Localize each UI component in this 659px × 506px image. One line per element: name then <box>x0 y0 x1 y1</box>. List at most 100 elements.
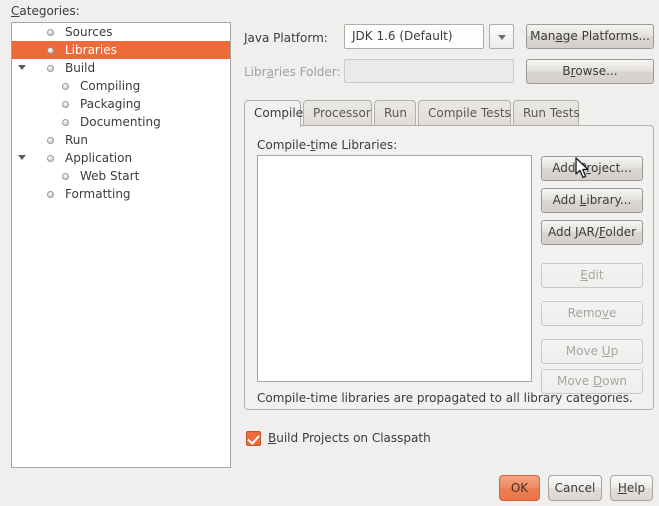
sidebar-item-libraries[interactable]: Libraries <box>12 41 230 59</box>
button-label-pre: Add JAR/ <box>547 225 599 239</box>
manage-platforms-post: ge Platforms... <box>562 29 650 43</box>
compile-time-libraries-list[interactable] <box>257 155 532 382</box>
move-up-button: Move Up <box>541 339 643 364</box>
ok-button[interactable]: OK <box>499 475 540 501</box>
sidebar-item-label: Compiling <box>80 79 141 93</box>
sidebar-item-label: Packaging <box>80 97 141 111</box>
sidebar-item-compiling[interactable]: Compiling <box>12 77 230 95</box>
ctl-pre: Compile- <box>257 138 311 152</box>
sidebar-item-build[interactable]: Build <box>12 59 230 77</box>
libraries-folder-label-post: ries Folder: <box>273 65 341 79</box>
category-tree[interactable]: Sources Libraries Build Compiling Packaging D… <box>11 22 231 468</box>
sidebar-item-label: Documenting <box>80 115 161 129</box>
button-label-pre: Remo <box>567 306 602 320</box>
button-label-post: older <box>605 225 637 239</box>
libraries-folder-label-mnemonic: a <box>266 65 274 79</box>
remove-button: Remove <box>541 301 643 326</box>
manage-platforms-pre: Man <box>530 29 556 43</box>
tab-label: Compile Tests <box>428 106 511 120</box>
edit-button: Edit <box>541 263 643 288</box>
add-library-button[interactable]: Add Library... <box>541 188 643 213</box>
help-rest: elp <box>626 481 646 495</box>
java-platform-value[interactable]: JDK 1.6 (Default) <box>344 24 484 49</box>
manage-platforms-button[interactable]: Manage Platforms... <box>526 24 654 49</box>
libraries-folder-label: Libraries Folder: <box>244 65 341 79</box>
tab-run[interactable]: Run <box>374 100 416 126</box>
sidebar-item-sources[interactable]: Sources <box>12 23 230 41</box>
button-label-mnemonic: E <box>580 268 588 282</box>
tab-label: Run <box>384 106 408 120</box>
java-platform-combobox[interactable]: JDK 1.6 (Default) <box>344 24 514 49</box>
button-label-pre: Move <box>556 374 593 388</box>
build-projects-mnemonic: B <box>268 431 277 445</box>
button-label-post: e <box>608 306 617 320</box>
button-label-post: p <box>610 344 619 358</box>
help-button[interactable]: Help <box>610 475 653 501</box>
button-label-post: ibrary... <box>586 193 632 207</box>
sidebar-item-label: Libraries <box>65 43 117 57</box>
button-label-post: oject... <box>590 161 632 175</box>
chevron-down-glyph <box>498 35 506 40</box>
add-project-button[interactable]: Add Project... <box>541 156 643 181</box>
tab-label: Run Tests <box>523 106 580 120</box>
category-bullet-icon <box>47 29 54 36</box>
sidebar-item-label: Run <box>65 133 89 147</box>
manage-platforms-mnemonic: a <box>555 29 563 43</box>
build-projects-checkbox[interactable] <box>246 431 261 446</box>
settings-pane: Java Platform: JDK 1.6 (Default) Manage … <box>240 0 659 506</box>
button-label-post: own <box>602 374 627 388</box>
categories-label: Categories: <box>11 4 80 18</box>
chevron-down-icon[interactable] <box>489 24 514 49</box>
ok-label: OK <box>510 481 529 495</box>
category-bullet-icon <box>47 191 54 198</box>
tab-run-tests[interactable]: Run Tests <box>513 100 580 126</box>
expander-triangle-icon[interactable] <box>18 65 26 70</box>
tab-label: Compile <box>254 106 304 120</box>
sidebar-item-label: Formatting <box>65 187 131 201</box>
sidebar-item-packaging[interactable]: Packaging <box>12 95 230 113</box>
sidebar-item-run[interactable]: Run <box>12 131 230 149</box>
tab-processor[interactable]: Processor <box>303 100 372 126</box>
button-label-mnemonic: U <box>601 344 611 358</box>
cancel-button[interactable]: Cancel <box>548 475 602 501</box>
tab-compile[interactable]: Compile <box>244 100 304 127</box>
build-projects-rest: uild Projects on Classpath <box>276 431 431 445</box>
tab-compile-tests[interactable]: Compile Tests <box>418 100 511 126</box>
categories-label-rest: ategories: <box>19 4 80 18</box>
compile-tab-panel: Compile-time Libraries: Compile-time lib… <box>244 125 654 410</box>
category-bullet-icon <box>62 101 69 108</box>
sidebar-item-formatting[interactable]: Formatting <box>12 185 230 203</box>
checkmark-icon <box>247 432 260 445</box>
expander-triangle-icon[interactable] <box>18 155 26 160</box>
libraries-folder-label-pre: Libr <box>244 65 267 79</box>
tab-label: Processor <box>313 106 371 120</box>
sidebar-item-label: Application <box>65 151 133 165</box>
button-label-pre: Add P <box>552 161 587 175</box>
compile-time-libraries-label: Compile-time Libraries: <box>257 138 397 152</box>
category-bullet-icon <box>47 155 54 162</box>
build-projects-label: Build Projects on Classpath <box>268 431 431 445</box>
browse-post: owse... <box>575 64 618 78</box>
java-platform-label-rest: ava Platform: <box>247 31 328 45</box>
browse-pre: B <box>562 64 571 78</box>
sidebar-item-documenting[interactable]: Documenting <box>12 113 230 131</box>
add-jar-folder-button[interactable]: Add JAR/Folder <box>541 220 643 245</box>
move-down-button: Move Down <box>541 369 643 394</box>
sidebar-item-web-start[interactable]: Web Start <box>12 167 230 185</box>
sidebar-item-application[interactable]: Application <box>12 149 230 167</box>
java-platform-label: Java Platform: <box>244 31 328 45</box>
ctl-post: ime Libraries: <box>315 138 398 152</box>
category-bullet-icon <box>47 47 54 54</box>
cancel-label: Cancel <box>554 481 596 495</box>
browse-button[interactable]: Browse... <box>526 59 654 84</box>
sidebar-item-label: Build <box>65 61 96 75</box>
button-label-pre: Add <box>552 193 580 207</box>
category-bullet-icon <box>47 137 54 144</box>
libraries-folder-input <box>344 59 514 83</box>
sidebar-item-label: Sources <box>65 25 113 39</box>
button-label-mnemonic: D <box>592 374 603 388</box>
button-label-post: dit <box>587 268 604 282</box>
help-mnemonic: H <box>617 481 627 495</box>
sidebar-item-label: Web Start <box>80 169 140 183</box>
category-bullet-icon <box>62 83 69 90</box>
